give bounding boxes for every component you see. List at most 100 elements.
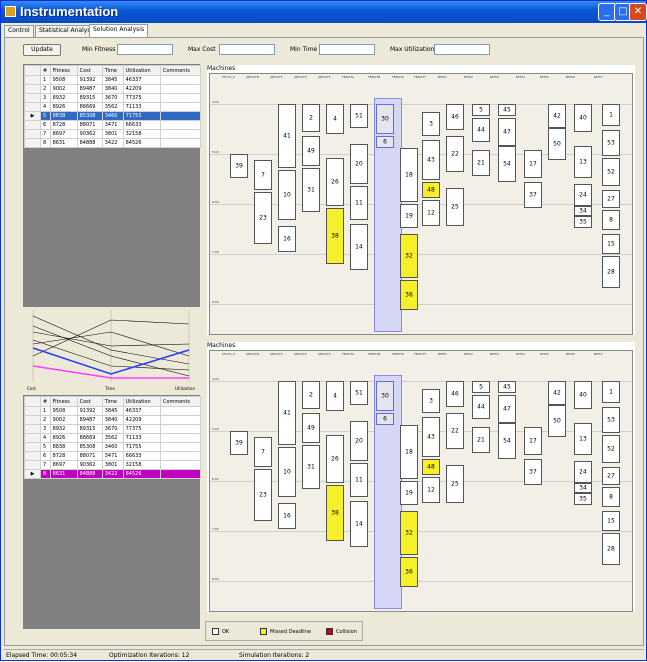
job-block[interactable]: 34 <box>574 206 592 216</box>
job-block[interactable]: 31 <box>302 168 320 212</box>
table-cell[interactable] <box>159 424 202 434</box>
row-header[interactable] <box>24 120 41 130</box>
table-cell[interactable]: 9508 <box>49 406 78 416</box>
table-cell[interactable]: 8932 <box>49 424 78 434</box>
job-block[interactable]: 5 <box>472 381 490 393</box>
job-block[interactable]: 41 <box>278 381 296 445</box>
table-cell[interactable]: 1 <box>40 75 51 85</box>
job-block[interactable]: 38 <box>326 208 344 264</box>
job-block[interactable]: 11 <box>350 186 368 220</box>
table-cell[interactable]: 71133 <box>122 433 161 443</box>
job-block[interactable]: 43 <box>422 140 440 180</box>
table-cell[interactable]: 9002 <box>49 415 78 425</box>
job-block[interactable]: 35 <box>574 493 592 505</box>
job-block[interactable]: 26 <box>326 435 344 483</box>
table-row[interactable]: 3 8932 89315 3670 77375 <box>24 424 202 434</box>
table-cell[interactable]: 89315 <box>76 93 103 103</box>
job-block[interactable]: 22 <box>446 136 464 172</box>
table-cell[interactable]: 3422 <box>101 469 124 479</box>
table-cell[interactable]: 3840 <box>101 84 124 94</box>
table-cell[interactable]: 9508 <box>49 75 78 85</box>
table-cell[interactable]: 6 <box>40 451 51 461</box>
job-block[interactable]: 24 <box>574 184 592 206</box>
job-block[interactable]: 20 <box>350 144 368 184</box>
job-block[interactable]: 10 <box>278 170 296 220</box>
job-block[interactable]: 12 <box>422 200 440 226</box>
table-cell[interactable]: 90362 <box>76 460 103 470</box>
table-cell[interactable]: 4 <box>40 433 51 443</box>
table-cell[interactable]: 3460 <box>101 442 124 452</box>
table-cell[interactable]: 6 <box>40 120 51 130</box>
job-block[interactable]: 14 <box>350 224 368 270</box>
table-cell[interactable]: 8926 <box>49 102 78 112</box>
job-block[interactable]: 6 <box>376 136 394 148</box>
table-cell[interactable]: 8697 <box>49 460 78 470</box>
table-cell[interactable]: 88669 <box>76 433 103 443</box>
table-cell[interactable] <box>159 460 202 470</box>
job-block[interactable]: 50 <box>548 128 566 160</box>
table-row[interactable]: 4 8926 88669 3562 71133 <box>24 433 202 443</box>
row-header[interactable] <box>24 93 41 103</box>
table-cell[interactable]: 8631 <box>49 138 78 148</box>
job-block[interactable]: 52 <box>602 158 620 186</box>
table-cell[interactable]: 71133 <box>122 102 161 112</box>
table-row[interactable]: 5 8838 85308 3460 71755 <box>24 442 202 452</box>
row-header[interactable] <box>24 451 41 461</box>
job-block[interactable]: 27 <box>602 190 620 208</box>
job-block[interactable]: 53 <box>602 407 620 433</box>
table-row[interactable]: ▶ 5 8838 85308 3460 71755 <box>24 111 202 121</box>
job-block[interactable]: 39 <box>230 431 248 455</box>
job-block[interactable]: 40 <box>574 104 592 132</box>
solutions-grid-bottom[interactable]: # Fitness Cost Time Utilization Comments 1 9508… <box>23 395 202 629</box>
job-block[interactable]: 12 <box>422 477 440 503</box>
table-cell[interactable]: 91392 <box>76 406 103 416</box>
table-cell[interactable]: 3845 <box>101 406 124 416</box>
job-block[interactable]: 7 <box>254 437 272 467</box>
table-cell[interactable] <box>159 102 202 112</box>
min-fitness-input[interactable] <box>117 44 173 55</box>
job-block[interactable]: 19 <box>400 481 418 505</box>
job-block[interactable]: 22 <box>446 413 464 449</box>
job-block[interactable]: 51 <box>350 381 368 405</box>
table-cell[interactable]: 8697 <box>49 129 78 139</box>
job-block[interactable]: 44 <box>472 118 490 142</box>
solutions-grid-top[interactable]: # Fitness Cost Time Utilization Comments 1 9508… <box>23 64 202 307</box>
table-cell[interactable]: 89487 <box>76 415 103 425</box>
job-block[interactable]: 37 <box>524 459 542 485</box>
table-cell[interactable] <box>159 469 202 479</box>
column-header[interactable]: Cost <box>76 396 103 407</box>
table-cell[interactable]: 4 <box>40 102 51 112</box>
table-cell[interactable] <box>159 415 202 425</box>
job-block[interactable]: 15 <box>602 511 620 531</box>
job-block[interactable]: 32 <box>400 234 418 278</box>
table-cell[interactable] <box>159 111 202 121</box>
job-block[interactable]: 23 <box>254 469 272 521</box>
job-block[interactable]: 48 <box>422 182 440 198</box>
table-cell[interactable]: 91392 <box>76 75 103 85</box>
column-header[interactable]: Time <box>101 65 124 76</box>
tab-solution-analysis[interactable]: Solution Analysis <box>89 24 149 38</box>
job-block[interactable]: 3 <box>422 389 440 413</box>
job-block[interactable]: 6 <box>376 413 394 425</box>
job-block[interactable]: 45 <box>498 104 516 116</box>
table-cell[interactable]: 3460 <box>101 111 124 121</box>
job-block[interactable]: 48 <box>422 459 440 475</box>
table-cell[interactable]: 84888 <box>76 469 103 479</box>
table-cell[interactable] <box>159 84 202 94</box>
table-cell[interactable] <box>159 75 202 85</box>
job-block[interactable]: 51 <box>350 104 368 128</box>
job-block[interactable]: 8 <box>602 487 620 507</box>
job-block[interactable]: 39 <box>230 154 248 178</box>
update-button[interactable]: Update <box>23 44 61 56</box>
job-block[interactable]: 20 <box>350 421 368 461</box>
row-header[interactable] <box>24 460 41 470</box>
table-cell[interactable]: 3 <box>40 424 51 434</box>
table-cell[interactable]: 3801 <box>101 129 124 139</box>
table-cell[interactable]: 8631 <box>49 469 78 479</box>
job-block[interactable]: 47 <box>498 395 516 423</box>
job-block[interactable]: 17 <box>524 427 542 455</box>
table-cell[interactable]: 66633 <box>122 120 161 130</box>
table-cell[interactable]: 42209 <box>122 84 161 94</box>
job-block[interactable]: 23 <box>254 192 272 244</box>
table-cell[interactable]: 5 <box>40 111 51 121</box>
